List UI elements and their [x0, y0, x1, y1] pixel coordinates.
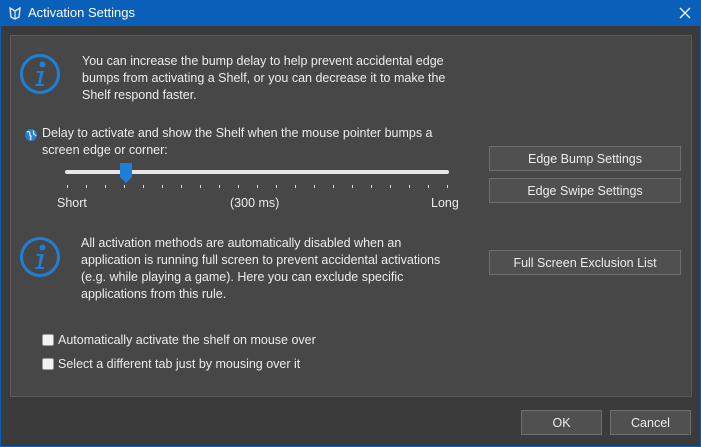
full-screen-exclusion-list-button[interactable]: Full Screen Exclusion List: [489, 250, 681, 275]
slider-value-label: (300 ms): [230, 196, 280, 210]
slider-tick: [105, 185, 106, 188]
close-button[interactable]: [669, 0, 701, 26]
slider-tick: [352, 185, 353, 188]
info-text-full-screen: All activation methods are automatically…: [81, 236, 441, 301]
slider-tick: [409, 185, 410, 188]
slider-tick: [181, 185, 182, 188]
slider-tick: [276, 185, 277, 188]
slider-tick: [257, 185, 258, 188]
slider-min-label: Short: [57, 196, 87, 210]
info-icon: [20, 237, 60, 277]
close-icon: [679, 7, 691, 19]
ok-button[interactable]: OK: [521, 410, 602, 435]
cancel-button[interactable]: Cancel: [610, 410, 691, 435]
slider-tick: [390, 185, 391, 188]
mouse-over-activate-label[interactable]: Automatically activate the shelf on mous…: [58, 332, 316, 349]
mouse-over-tab-label[interactable]: Select a different tab just by mousing o…: [58, 356, 300, 373]
slider-max-label: Long: [431, 196, 459, 210]
edge-swipe-settings-button[interactable]: Edge Swipe Settings: [489, 178, 681, 203]
info-text-bump: You can increase the bump delay to help …: [82, 54, 446, 102]
slider-tick: [86, 185, 87, 188]
mouse-over-activate-checkbox[interactable]: [42, 334, 54, 346]
mouse-over-tab-checkbox[interactable]: [42, 358, 54, 370]
slider-tick: [314, 185, 315, 188]
slider-tick: [428, 185, 429, 188]
delay-label: Delay to activate and show the Shelf whe…: [42, 126, 433, 157]
delay-slider-thumb[interactable]: [120, 163, 133, 183]
title-bar: Activation Settings: [0, 0, 701, 26]
globe-icon: [25, 129, 37, 141]
slider-tick: [371, 185, 372, 188]
slider-tick: [333, 185, 334, 188]
window-title: Activation Settings: [28, 5, 135, 20]
app-icon: [9, 6, 21, 20]
slider-tick: [200, 185, 201, 188]
slider-tick: [219, 185, 220, 188]
slider-tick: [162, 185, 163, 188]
slider-tick: [295, 185, 296, 188]
info-icon: [20, 54, 60, 94]
slider-tick: [143, 185, 144, 188]
slider-tick: [447, 185, 448, 188]
edge-bump-settings-button[interactable]: Edge Bump Settings: [489, 146, 681, 171]
slider-tick: [124, 185, 125, 188]
slider-tick: [238, 185, 239, 188]
slider-tick: [67, 185, 68, 188]
